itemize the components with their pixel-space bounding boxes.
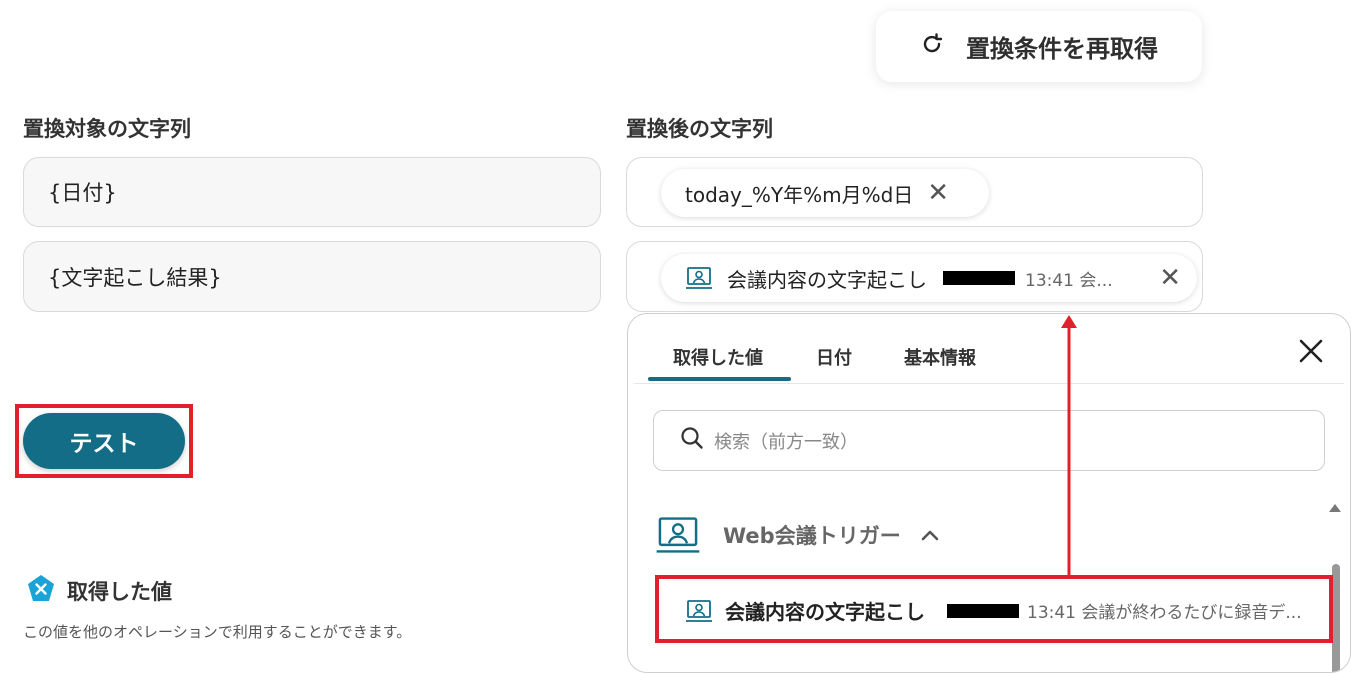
item-highlight-box: [655, 575, 1333, 643]
close-badge-icon: [25, 573, 57, 609]
replacement-string-label: 置換後の文字列: [626, 117, 773, 141]
search-input[interactable]: 検索（前方一致）: [653, 410, 1325, 471]
transcript-chip[interactable]: 会議内容の文字起こし 13:41 会... ✕: [661, 254, 1197, 302]
close-icon[interactable]: [1298, 338, 1324, 368]
close-icon[interactable]: ✕: [927, 180, 949, 206]
date-format-chip[interactable]: today_%Y年%m月%d日 ✕: [661, 169, 989, 217]
close-icon[interactable]: ✕: [1159, 265, 1181, 291]
refetch-label: 置換条件を再取得: [966, 35, 1158, 63]
source-field-1[interactable]: {日付}: [23, 157, 601, 227]
meeting-icon: [685, 266, 713, 290]
replacement-field-2[interactable]: 会議内容の文字起こし 13:41 会... ✕: [626, 241, 1203, 312]
acquired-title: 取得した値: [67, 580, 172, 604]
redacted-block: [943, 271, 1015, 285]
scroll-up-arrow[interactable]: [1329, 504, 1341, 512]
chip-time: 13:41 会...: [1025, 270, 1113, 291]
chevron-up-icon: [921, 529, 939, 541]
source-field-2[interactable]: {文字起こし結果}: [23, 241, 601, 312]
group-label: Web会議トリガー: [723, 524, 901, 548]
refresh-icon: [920, 32, 944, 62]
chip-text: today_%Y年%m月%d日: [685, 182, 914, 207]
tab-acquired-values[interactable]: 取得した値: [673, 344, 763, 370]
tab-divider: [634, 383, 1344, 384]
search-icon: [680, 426, 704, 455]
acquired-values-header: 取得した値: [25, 573, 172, 609]
search-placeholder: 検索（前方一致）: [714, 431, 858, 453]
active-tab-indicator: [648, 377, 791, 381]
trigger-group-header[interactable]: Web会議トリガー: [655, 515, 939, 555]
acquired-description: この値を他のオペレーションで利用することができます。: [23, 623, 412, 641]
tab-date[interactable]: 日付: [816, 344, 852, 370]
scrollbar-thumb[interactable]: [1332, 564, 1340, 672]
test-button[interactable]: テスト: [23, 413, 185, 469]
annotation-arrow: [1061, 315, 1077, 578]
chip-title: 会議内容の文字起こし: [727, 267, 927, 292]
refetch-conditions-button[interactable]: 置換条件を再取得: [876, 11, 1202, 82]
meeting-icon: [655, 515, 701, 555]
tab-basic-info[interactable]: 基本情報: [904, 344, 976, 370]
source-string-label: 置換対象の文字列: [23, 117, 191, 141]
replacement-field-1[interactable]: today_%Y年%m月%d日 ✕: [626, 157, 1203, 227]
